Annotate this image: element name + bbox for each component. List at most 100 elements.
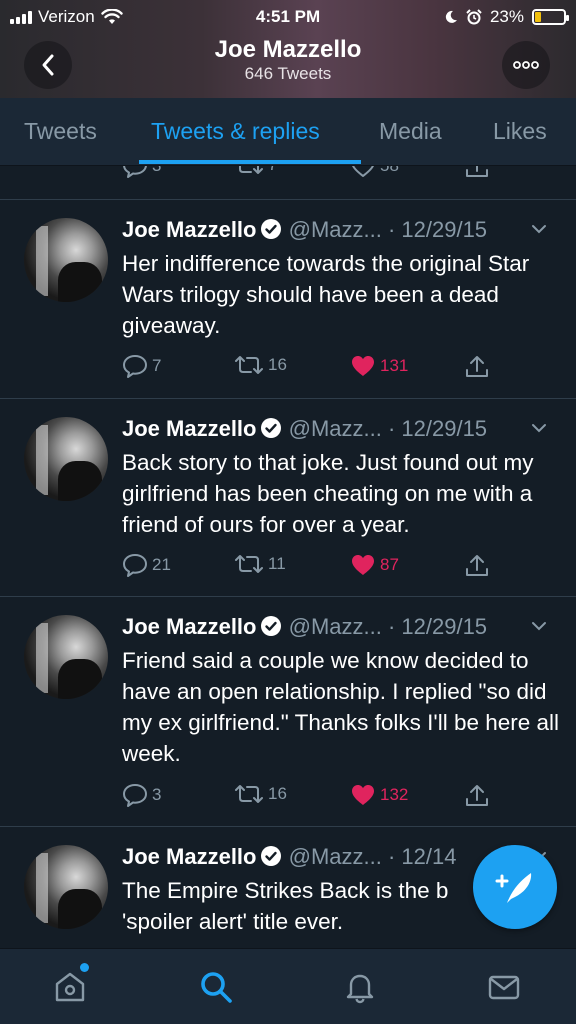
reply-count: 3	[152, 166, 161, 176]
author-handle: @Mazz...	[288, 416, 382, 441]
tweet-date: · 12/29/15	[387, 614, 488, 639]
heart-icon	[352, 356, 374, 376]
home-notification-dot	[80, 963, 89, 972]
nav-home[interactable]	[50, 967, 90, 1007]
like-button[interactable]: 131	[350, 354, 408, 378]
retweet-count: 16	[268, 784, 287, 803]
bottom-nav	[0, 948, 576, 1024]
like-count: 131	[380, 356, 409, 375]
tweet-actions: 3 7 58	[122, 166, 562, 184]
tweet-header: Joe Mazzello @Mazz... · 12/29/15	[122, 613, 562, 641]
share-button[interactable]	[464, 354, 490, 380]
avatar[interactable]	[24, 218, 108, 302]
status-right: 23%	[444, 7, 569, 27]
search-icon	[201, 972, 232, 1003]
retweet-button[interactable]: 7	[234, 166, 277, 176]
profile-tabs: Tweets Tweets & replies Media Likes	[0, 98, 576, 166]
tab-tweets-replies[interactable]: Tweets & replies	[151, 118, 320, 145]
retweet-count: 16	[268, 355, 287, 374]
heart-icon	[352, 555, 374, 575]
partial-tweet-actions: 3 7 58	[0, 166, 576, 200]
like-button[interactable]: 132	[350, 783, 408, 807]
profile-name: Joe Mazzello	[214, 36, 362, 63]
retweet-button[interactable]: 16	[234, 354, 287, 376]
more-button[interactable]	[502, 41, 550, 89]
profile-header: Verizon 4:51 PM 23% Joe Mazzello 646 Twe…	[0, 0, 576, 98]
heart-icon	[352, 166, 374, 177]
reply-icon	[123, 784, 147, 807]
chevron-down-icon[interactable]	[530, 220, 548, 238]
bell-icon	[346, 974, 374, 1004]
tweet-header: Joe Mazzello @Mazz... · 12/29/15	[122, 216, 562, 244]
retweet-button[interactable]: 16	[234, 783, 287, 805]
avatar[interactable]	[24, 615, 108, 699]
retweet-icon	[235, 785, 263, 803]
home-icon	[55, 972, 85, 1002]
tweet-actions: 21 11 87	[122, 553, 562, 583]
tweet-count: 646 Tweets	[244, 64, 332, 83]
avatar[interactable]	[24, 417, 108, 501]
reply-button[interactable]: 3	[122, 783, 161, 807]
heart-icon	[352, 785, 374, 805]
reply-icon	[123, 554, 147, 577]
reply-button[interactable]: 3	[122, 166, 161, 178]
chevron-down-icon[interactable]	[530, 419, 548, 437]
author-name: Joe Mazzello	[122, 844, 257, 869]
retweet-count: 7	[268, 166, 277, 175]
nav-messages[interactable]	[484, 967, 524, 1007]
author-name: Joe Mazzello	[122, 416, 257, 441]
share-icon	[466, 555, 488, 576]
tweet-text: Friend said a couple we know decided to …	[122, 648, 560, 766]
mail-icon	[488, 975, 520, 1000]
status-bar: Verizon 4:51 PM 23%	[0, 0, 576, 34]
tweet-date: · 12/29/15	[387, 416, 488, 441]
author-handle: @Mazz...	[288, 217, 382, 242]
retweet-count: 11	[268, 554, 286, 573]
moon-icon	[445, 10, 457, 23]
battery-percent: 23%	[489, 7, 524, 26]
author-handle: @Mazz...	[288, 844, 382, 869]
share-button[interactable]	[464, 783, 490, 809]
compose-icon	[495, 873, 532, 903]
verified-icon	[261, 219, 282, 239]
share-icon	[466, 785, 488, 806]
verified-icon	[261, 616, 282, 636]
tweet-actions: 3 16 132	[122, 783, 562, 813]
tweet[interactable]: Joe Mazzello @Mazz... · 12/29/15 Friend …	[0, 597, 576, 826]
nav-notifications[interactable]	[340, 967, 380, 1007]
retweet-button[interactable]: 11	[234, 553, 286, 575]
reply-icon	[123, 166, 147, 178]
more-icon	[513, 61, 539, 69]
retweet-icon	[235, 356, 263, 374]
tweet-date: · 12/29/15	[387, 217, 488, 242]
avatar[interactable]	[24, 845, 108, 929]
compose-button[interactable]	[473, 845, 557, 929]
tweet-text: Her indifference towards the original St…	[122, 251, 530, 338]
tweet[interactable]: Joe Mazzello @Mazz... · 12/29/15 Her ind…	[0, 200, 576, 398]
retweet-icon	[235, 555, 263, 573]
reply-button[interactable]: 7	[122, 354, 161, 378]
nav-search[interactable]	[196, 967, 236, 1007]
retweet-icon	[239, 166, 263, 174]
tweet-header: Joe Mazzello @Mazz... · 12/29/15	[122, 415, 562, 443]
like-button[interactable]: 87	[350, 553, 399, 577]
share-button[interactable]	[464, 166, 490, 180]
reply-count: 3	[152, 785, 162, 804]
share-icon	[466, 356, 488, 377]
tab-likes[interactable]: Likes	[493, 118, 547, 145]
share-button[interactable]	[464, 553, 490, 579]
like-count: 58	[380, 166, 399, 176]
active-tab-indicator	[139, 160, 361, 164]
like-count: 87	[380, 555, 399, 574]
tweet[interactable]: Joe Mazzello @Mazz... · 12/29/15 Back st…	[0, 399, 576, 597]
chevron-down-icon[interactable]	[530, 617, 548, 635]
tab-media[interactable]: Media	[379, 118, 442, 145]
reply-count: 21	[152, 555, 171, 574]
tweet-actions: 7 16 131	[122, 354, 562, 384]
alarm-icon	[466, 9, 482, 25]
tweet-feed[interactable]: 3 7 58 Joe Mazzello @Mazz... ·	[0, 166, 576, 948]
reply-button[interactable]: 21	[122, 553, 171, 577]
like-button[interactable]: 58	[350, 166, 399, 178]
tab-tweets[interactable]: Tweets	[24, 118, 97, 145]
like-count: 132	[380, 785, 409, 804]
